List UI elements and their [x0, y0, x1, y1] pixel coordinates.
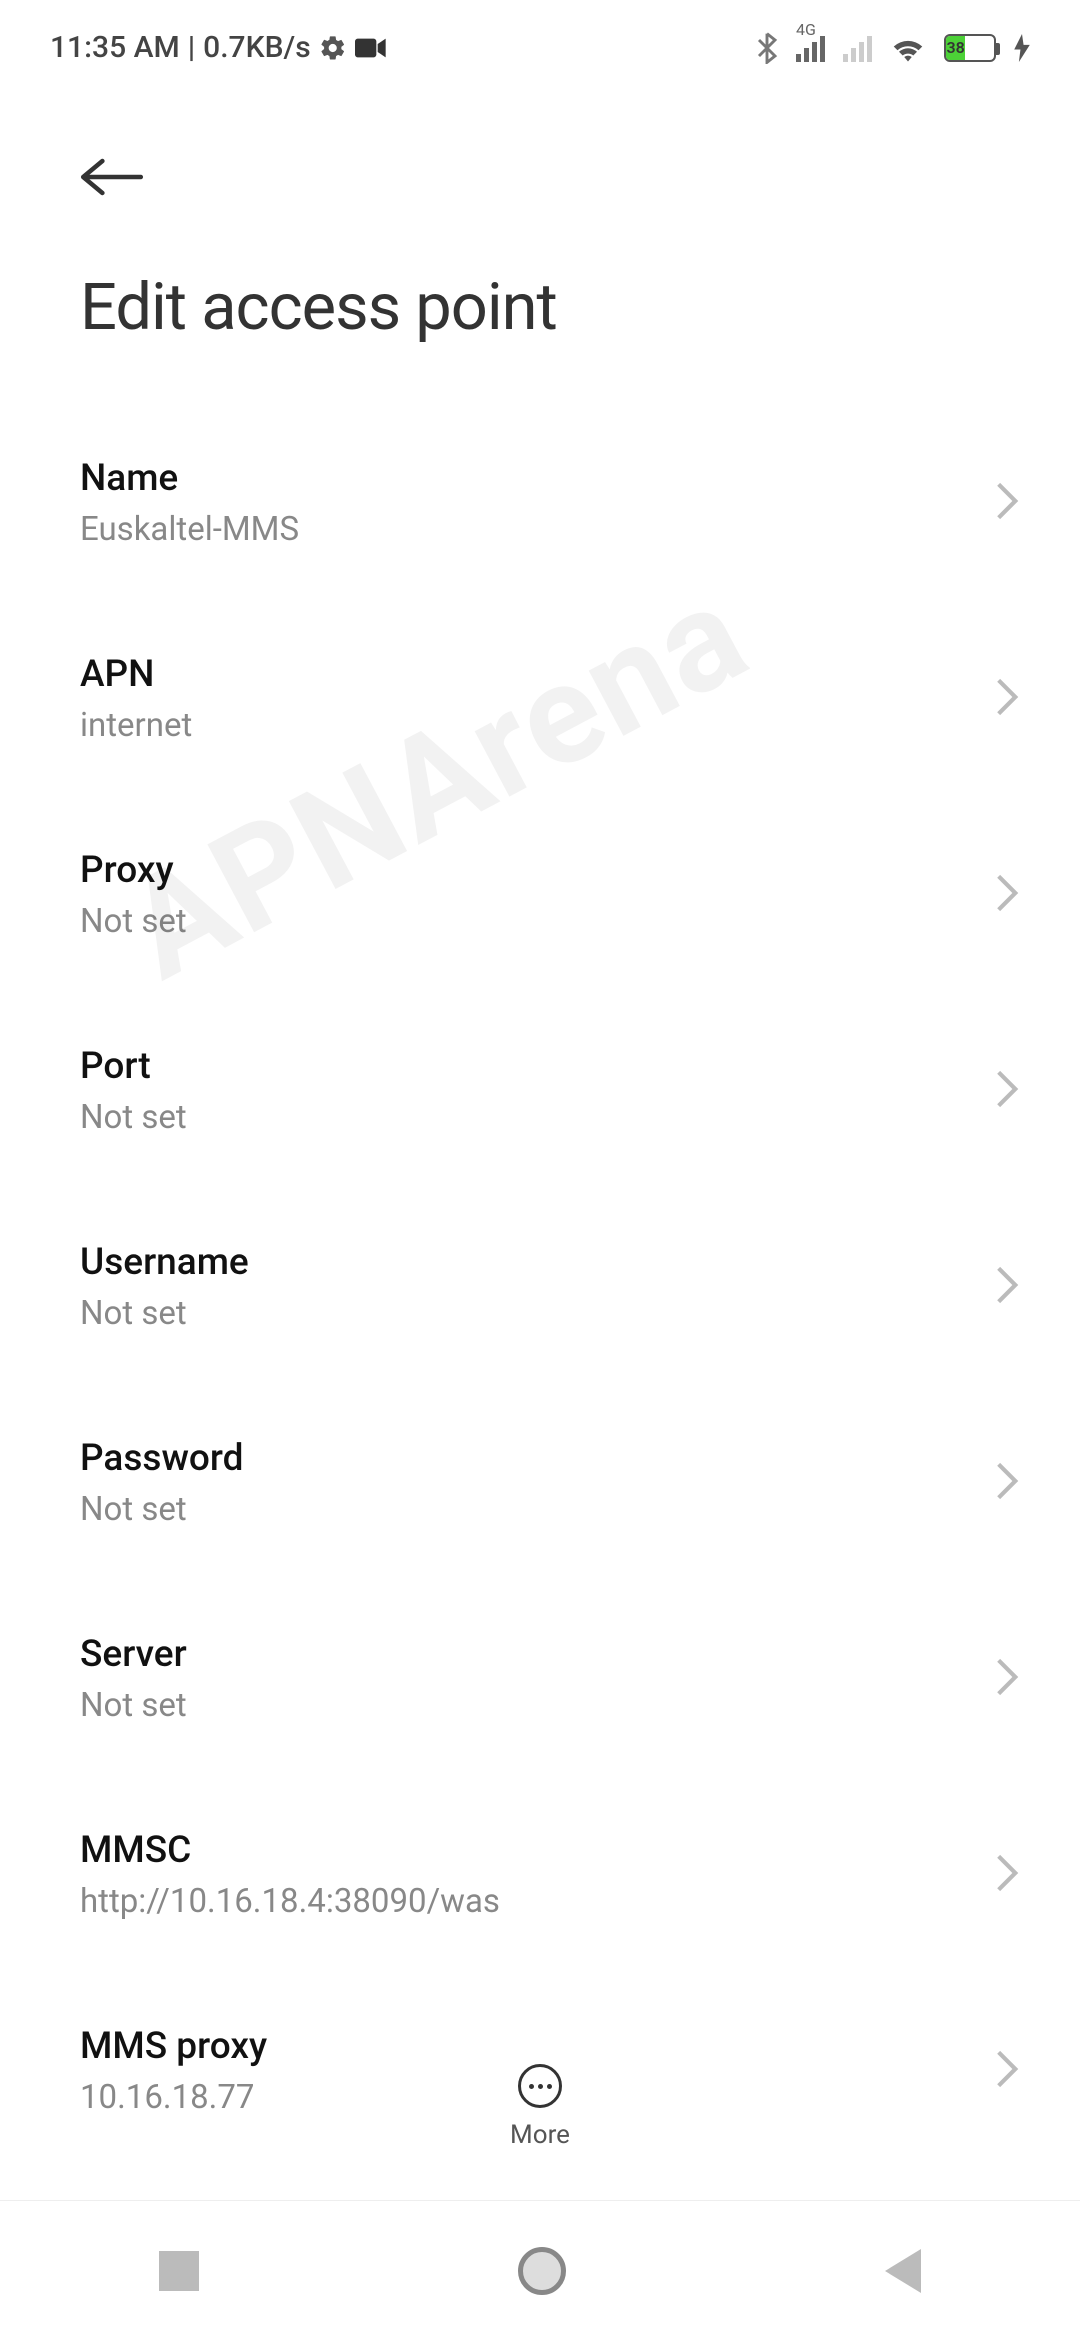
row-value: Not set	[80, 1686, 974, 1725]
row-value: http://10.16.18.4:38090/was	[80, 1882, 974, 1921]
chevron-right-icon	[994, 1853, 1020, 1897]
status-datarate: 0.7KB/s	[203, 30, 310, 65]
back-button[interactable]	[80, 155, 1020, 199]
row-title: Port	[80, 1045, 974, 1088]
camera-icon	[355, 36, 387, 60]
nav-recent-button[interactable]	[159, 2251, 199, 2291]
row-title: Name	[80, 457, 974, 500]
signal-4g: 4G	[796, 34, 825, 62]
row-mmsc[interactable]: MMSC http://10.16.18.4:38090/was	[80, 1777, 1020, 1973]
row-name[interactable]: Name Euskaltel-MMS	[80, 405, 1020, 601]
row-value: Not set	[80, 1098, 974, 1137]
more-button[interactable]: More	[0, 2064, 1080, 2150]
chevron-right-icon	[994, 1265, 1020, 1309]
status-divider: |	[188, 30, 195, 65]
row-title: APN	[80, 653, 974, 696]
nav-back-button[interactable]	[885, 2249, 921, 2293]
row-proxy[interactable]: Proxy Not set	[80, 797, 1020, 993]
row-title: Proxy	[80, 849, 974, 892]
row-password[interactable]: Password Not set	[80, 1385, 1020, 1581]
row-title: Server	[80, 1633, 974, 1676]
nav-bar	[0, 2200, 1080, 2340]
row-title: Username	[80, 1241, 974, 1284]
nav-home-button[interactable]	[518, 2247, 566, 2295]
chevron-right-icon	[994, 481, 1020, 525]
row-value: internet	[80, 706, 974, 745]
chevron-right-icon	[994, 1069, 1020, 1113]
page-title: Edit access point	[0, 239, 1080, 405]
chevron-right-icon	[994, 1657, 1020, 1701]
status-right: 4G 38	[756, 32, 1030, 64]
bluetooth-icon	[756, 32, 778, 64]
row-value: Not set	[80, 902, 974, 941]
chevron-right-icon	[994, 1461, 1020, 1505]
status-time: 11:35 AM	[50, 30, 180, 65]
row-server[interactable]: Server Not set	[80, 1581, 1020, 1777]
row-title: MMSC	[80, 1829, 974, 1872]
row-port[interactable]: Port Not set	[80, 993, 1020, 1189]
row-value: Euskaltel-MMS	[80, 510, 974, 549]
more-icon	[518, 2064, 562, 2108]
status-left: 11:35 AM | 0.7KB/s	[50, 30, 387, 65]
status-bar: 11:35 AM | 0.7KB/s 4G 38	[0, 0, 1080, 85]
wifi-icon	[890, 34, 926, 62]
charging-icon	[1014, 34, 1030, 62]
battery-icon: 38	[944, 34, 996, 62]
row-username[interactable]: Username Not set	[80, 1189, 1020, 1385]
row-title: MMS proxy	[80, 2025, 974, 2068]
row-title: Password	[80, 1437, 974, 1480]
signal-nosim	[843, 34, 872, 62]
row-value: Not set	[80, 1490, 974, 1529]
chevron-right-icon	[994, 873, 1020, 917]
chevron-right-icon	[994, 677, 1020, 721]
more-label: More	[510, 2120, 570, 2150]
row-value: Not set	[80, 1294, 974, 1333]
settings-list: Name Euskaltel-MMS APN internet Proxy No…	[0, 405, 1080, 2169]
gear-icon	[319, 34, 347, 62]
row-apn[interactable]: APN internet	[80, 601, 1020, 797]
